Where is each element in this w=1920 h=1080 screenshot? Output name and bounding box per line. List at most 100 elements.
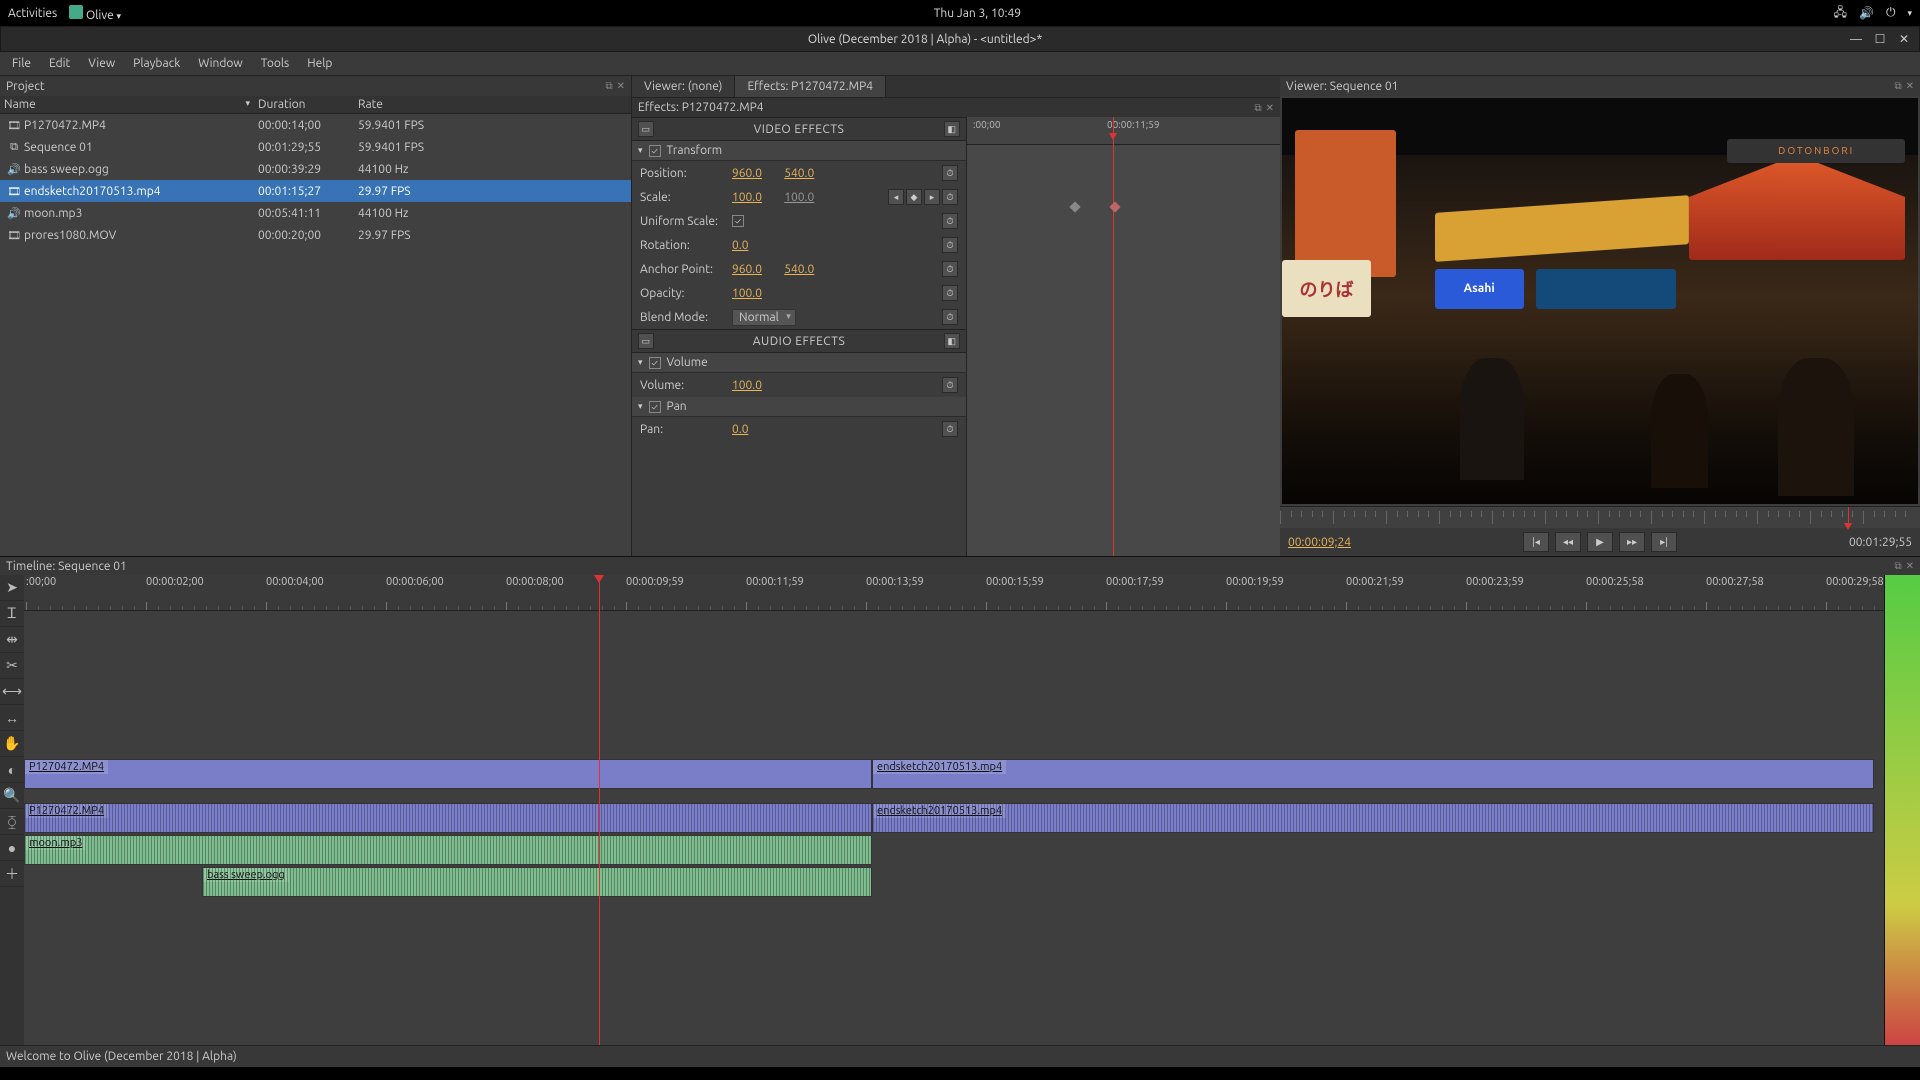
project-row[interactable]: ⧉Sequence 0100:01:29;5559.9401 FPS <box>0 136 631 158</box>
scale-y[interactable]: 100.0 <box>784 191 828 204</box>
menu-tools[interactable]: Tools <box>253 54 298 73</box>
volume-icon[interactable]: 🔊 <box>1859 6 1874 20</box>
tool-slide[interactable]: ↔ <box>0 705 24 731</box>
menu-window[interactable]: Window <box>190 54 250 73</box>
clip-video[interactable]: endsketch20170513.mp4 <box>872 759 1874 789</box>
minimize-button[interactable]: — <box>1849 32 1863 46</box>
tab-effects[interactable]: Effects: P1270472.MP4 <box>735 76 886 97</box>
panel-undock-icon[interactable]: ⧉ <box>1894 80 1901 92</box>
keyframe-toggle-icon[interactable]: ⏱ <box>942 189 958 205</box>
keyframe-toggle-icon[interactable]: ⏱ <box>942 261 958 277</box>
clip-audio[interactable]: P1270472.MP4 <box>24 803 872 833</box>
collapse-icon[interactable]: ▾ <box>638 357 643 368</box>
tool-add[interactable]: ＋ <box>0 861 24 887</box>
app-menu[interactable]: Olive ▾ <box>69 5 121 22</box>
keyframe-toggle-icon[interactable]: ⏱ <box>942 165 958 181</box>
scale-x[interactable]: 100.0 <box>732 191 776 204</box>
add-keyframe-icon[interactable]: ◆ <box>906 189 922 205</box>
col-name[interactable]: Name <box>4 98 36 111</box>
timeline-ruler[interactable]: :00;0000:00:02;0000:00:04;0000:00:06;000… <box>24 575 1884 611</box>
panel-close-icon[interactable]: ✕ <box>1906 560 1914 572</box>
keyframe-toggle-icon[interactable]: ⏱ <box>942 309 958 325</box>
add-transition-icon[interactable]: ◧ <box>944 333 960 349</box>
network-icon[interactable]: 🖧 <box>1834 3 1847 24</box>
keyframe-toggle-icon[interactable]: ⏱ <box>942 237 958 253</box>
tool-transition[interactable]: ◐ <box>0 757 24 783</box>
tool-slip[interactable]: ⟷ <box>0 679 24 705</box>
project-row[interactable]: 🎞endsketch20170513.mp400:01:15;2729.97 F… <box>0 180 631 202</box>
panel-undock-icon[interactable]: ⧉ <box>1894 560 1901 572</box>
keyframe-toggle-icon[interactable]: ⏱ <box>942 285 958 301</box>
tool-razor[interactable]: ✂ <box>0 653 24 679</box>
blend-mode-select[interactable]: Normal <box>732 309 796 326</box>
go-end-button[interactable]: ▸| <box>1651 532 1677 552</box>
transform-enable-checkbox[interactable]: ✓ <box>649 145 661 157</box>
viewer-playhead[interactable] <box>1848 507 1849 528</box>
tab-viewer-none[interactable]: Viewer: (none) <box>632 76 735 97</box>
maximize-button[interactable]: ☐ <box>1873 32 1887 46</box>
go-start-button[interactable]: |◂ <box>1523 532 1549 552</box>
panel-undock-icon[interactable]: ⧉ <box>1254 102 1261 114</box>
anchor-x[interactable]: 960.0 <box>732 263 776 276</box>
position-y[interactable]: 540.0 <box>784 167 828 180</box>
project-row[interactable]: 🔊bass sweep.ogg00:00:39:2944100 Hz <box>0 158 631 180</box>
keyframe-marker[interactable] <box>1069 201 1080 212</box>
col-duration[interactable]: Duration <box>258 98 358 111</box>
menu-help[interactable]: Help <box>299 54 340 73</box>
prev-keyframe-icon[interactable]: ◂ <box>888 189 904 205</box>
menu-edit[interactable]: Edit <box>41 54 78 73</box>
viewer-canvas[interactable]: Asahi のりば DOTONBORI <box>1282 98 1918 504</box>
tool-record[interactable]: ● <box>0 835 24 861</box>
keyframe-toggle-icon[interactable]: ⏱ <box>942 213 958 229</box>
timeline-playhead[interactable] <box>599 575 600 1045</box>
panel-close-icon[interactable]: ✕ <box>1906 80 1914 92</box>
keyframe-marker[interactable] <box>1109 201 1120 212</box>
clip-audio[interactable]: bass sweep.ogg <box>202 867 872 897</box>
uniform-scale-checkbox[interactable]: ✓ <box>732 215 744 227</box>
prev-frame-button[interactable]: ◂◂ <box>1555 532 1581 552</box>
close-button[interactable]: ✕ <box>1897 32 1911 46</box>
project-row[interactable]: 🎞P1270472.MP400:00:14;0059.9401 FPS <box>0 114 631 136</box>
menu-view[interactable]: View <box>80 54 123 73</box>
clip-audio[interactable]: endsketch20170513.mp4 <box>872 803 1874 833</box>
activities-button[interactable]: Activities <box>8 7 57 20</box>
col-rate[interactable]: Rate <box>358 98 627 111</box>
project-row[interactable]: 🎞prores1080.MOV00:00:20;0029.97 FPS <box>0 224 631 246</box>
clip-video[interactable]: P1270472.MP4 <box>24 759 872 789</box>
tool-pointer[interactable]: ➤ <box>0 575 24 601</box>
keyframe-toggle-icon[interactable]: ⏱ <box>942 377 958 393</box>
add-audio-effect-icon[interactable]: ▭ <box>638 333 654 349</box>
tool-hand[interactable]: ✋ <box>0 731 24 757</box>
menu-playback[interactable]: Playback <box>125 54 188 73</box>
tool-ripple[interactable]: ⇹ <box>0 627 24 653</box>
anchor-y[interactable]: 540.0 <box>784 263 828 276</box>
keyframe-playhead[interactable] <box>1113 117 1114 556</box>
add-video-effect-icon[interactable]: ▭ <box>638 121 654 137</box>
tool-zoom[interactable]: 🔍 <box>0 783 24 809</box>
menu-file[interactable]: File <box>4 54 39 73</box>
sort-caret-icon[interactable]: ▾ <box>245 98 250 111</box>
next-keyframe-icon[interactable]: ▸ <box>924 189 940 205</box>
tool-snap[interactable]: ⧲ <box>0 809 24 835</box>
volume-value[interactable]: 100.0 <box>732 379 776 392</box>
panel-close-icon[interactable]: ✕ <box>1266 102 1274 114</box>
opacity-value[interactable]: 100.0 <box>732 287 776 300</box>
viewer-current-time[interactable]: 00:00:09;24 <box>1288 536 1351 549</box>
position-x[interactable]: 960.0 <box>732 167 776 180</box>
viewer-ruler[interactable] <box>1280 506 1920 528</box>
volume-enable-checkbox[interactable]: ✓ <box>649 357 661 369</box>
clock[interactable]: Thu Jan 3, 10:49 <box>121 7 1834 20</box>
pan-enable-checkbox[interactable]: ✓ <box>649 401 661 413</box>
keyframe-ruler[interactable]: :00;00 00:00:11;59 <box>967 117 1280 145</box>
next-frame-button[interactable]: ▸▸ <box>1619 532 1645 552</box>
tool-edit[interactable]: Ꮖ <box>0 601 24 627</box>
power-icon[interactable]: ⏻ <box>1886 6 1896 20</box>
add-transition-icon[interactable]: ◧ <box>944 121 960 137</box>
collapse-icon[interactable]: ▾ <box>638 401 643 412</box>
panel-undock-icon[interactable]: ⧉ <box>605 80 612 92</box>
rotation-value[interactable]: 0.0 <box>732 239 776 252</box>
project-rows[interactable]: 🎞P1270472.MP400:00:14;0059.9401 FPS⧉Sequ… <box>0 114 631 556</box>
project-row[interactable]: 🔊moon.mp300:05:41:1144100 Hz <box>0 202 631 224</box>
play-button[interactable]: ▶ <box>1587 532 1613 552</box>
panel-close-icon[interactable]: ✕ <box>617 80 625 92</box>
